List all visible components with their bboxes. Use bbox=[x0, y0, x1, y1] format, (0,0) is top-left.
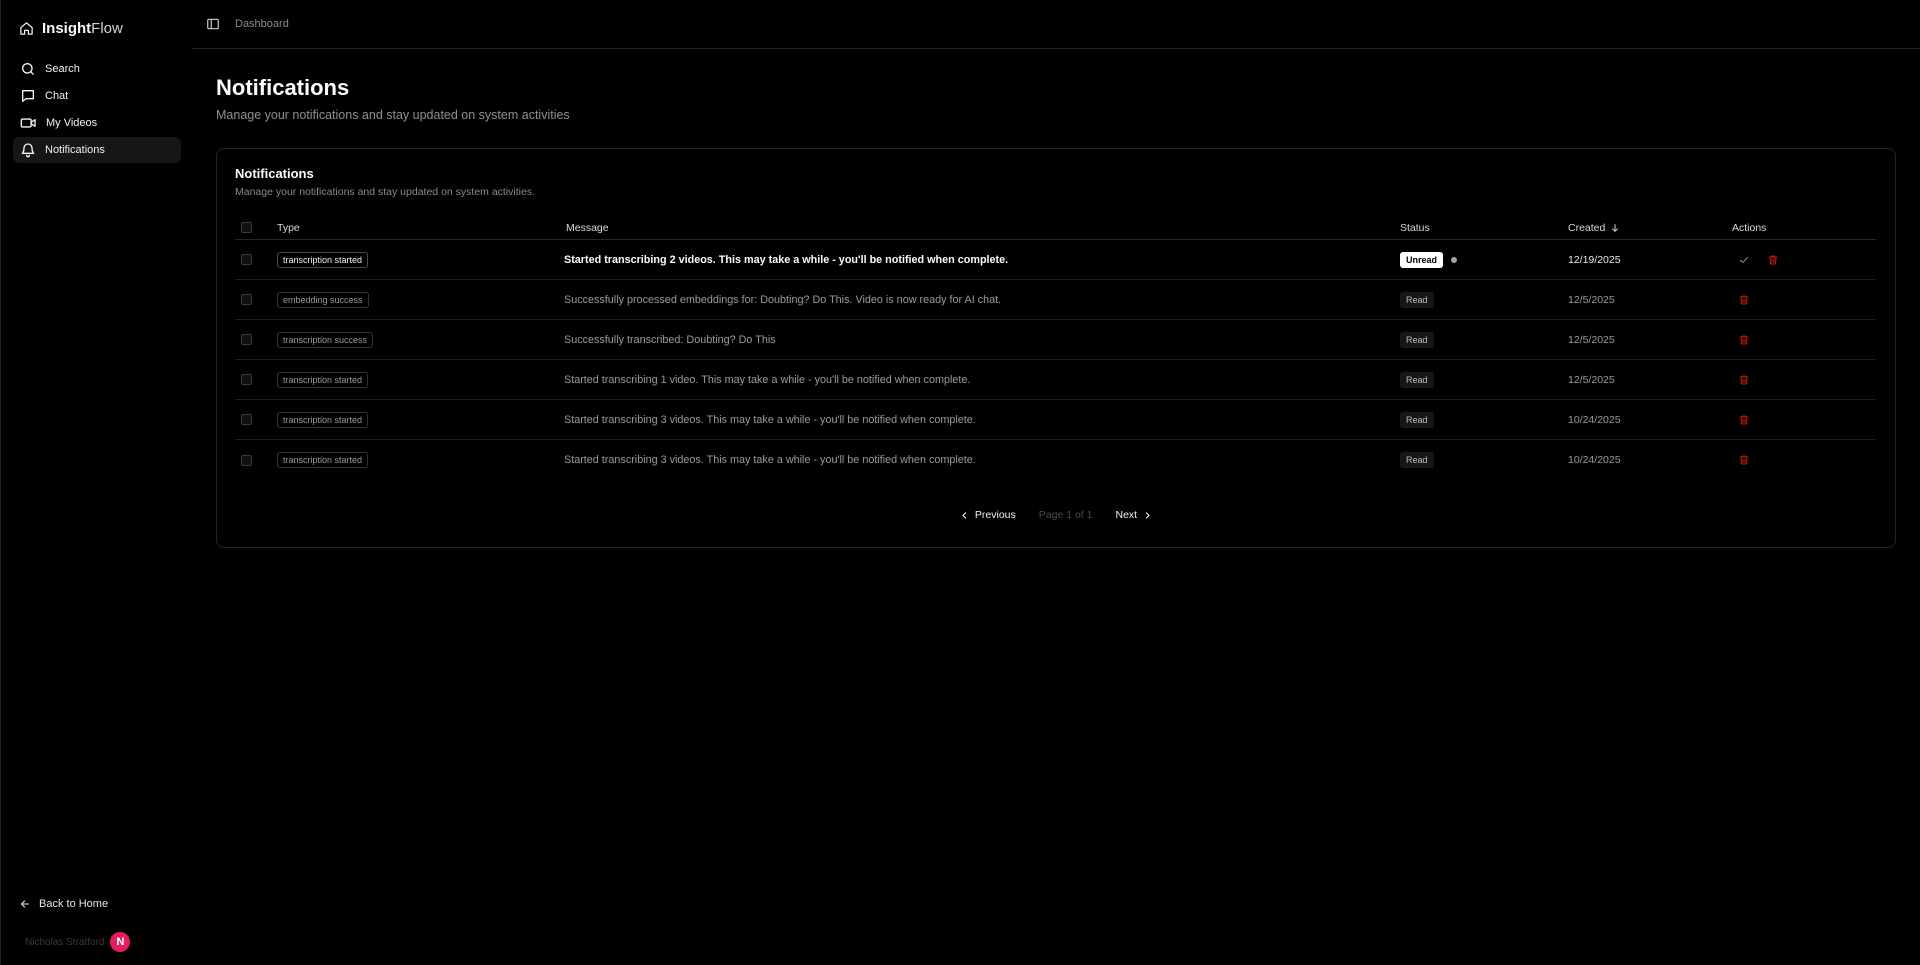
sidebar-toggle-icon[interactable] bbox=[206, 17, 220, 31]
type-badge: transcription started bbox=[277, 371, 369, 388]
type-badge: transcription started bbox=[277, 452, 369, 468]
type-badge: transcription started bbox=[277, 251, 369, 268]
mark-read-icon[interactable] bbox=[1738, 254, 1750, 266]
delete-icon[interactable] bbox=[1738, 374, 1750, 386]
message-text: Started transcribing 3 videos. This may … bbox=[564, 454, 976, 466]
previous-button[interactable]: Previous bbox=[960, 509, 1016, 521]
type-badge: embedding success bbox=[277, 291, 369, 308]
header-message: Message bbox=[566, 221, 609, 234]
page-title: Notifications bbox=[216, 75, 350, 100]
user-name: Nicholas Stratford bbox=[25, 936, 105, 948]
back-to-home-label: Back to Home bbox=[39, 898, 109, 910]
avatar: N bbox=[110, 932, 131, 952]
delete-icon[interactable] bbox=[1738, 454, 1750, 466]
delete-icon[interactable] bbox=[1738, 334, 1750, 346]
row-checkbox[interactable] bbox=[241, 414, 252, 425]
arrow-left-icon bbox=[19, 898, 31, 910]
delete-icon[interactable] bbox=[1738, 294, 1750, 306]
created-date: 10/24/2025 bbox=[1568, 413, 1621, 426]
card-subtitle: Manage your notifications and stay updat… bbox=[235, 186, 535, 198]
message-text: Started transcribing 2 videos. This may … bbox=[564, 253, 1009, 266]
table-row: transcription success Successfully trans… bbox=[235, 320, 1876, 360]
table-row: transcription started Started transcribi… bbox=[235, 400, 1876, 440]
chevron-right-icon bbox=[1143, 511, 1152, 520]
table-header: Type Message Status Created Actions bbox=[235, 216, 1876, 240]
sidebar-item-my-videos[interactable]: My Videos bbox=[13, 110, 181, 136]
search-icon bbox=[20, 61, 36, 77]
row-checkbox[interactable] bbox=[241, 374, 252, 385]
type-badge: transcription success bbox=[277, 331, 374, 348]
page-subtitle: Manage your notifications and stay updat… bbox=[216, 108, 570, 122]
page-info: Page 1 of 1 bbox=[1038, 509, 1093, 521]
sidebar-item-search[interactable]: Search bbox=[13, 56, 181, 82]
previous-label: Previous bbox=[974, 509, 1016, 521]
header-created[interactable]: Created bbox=[1568, 216, 1620, 239]
home-icon bbox=[19, 21, 34, 36]
row-checkbox[interactable] bbox=[241, 294, 252, 305]
row-checkbox[interactable] bbox=[241, 334, 252, 345]
select-all-checkbox[interactable] bbox=[241, 222, 252, 233]
unread-dot-icon bbox=[1451, 256, 1458, 263]
sidebar-item-notifications[interactable]: Notifications bbox=[13, 137, 181, 163]
table-row: transcription started Started transcribi… bbox=[235, 440, 1876, 480]
chevron-left-icon bbox=[960, 511, 969, 520]
header-status: Status bbox=[1400, 221, 1430, 234]
status-badge: Read bbox=[1400, 331, 1434, 348]
sidebar: InsightFlow Search Chat My Videos Notifi… bbox=[0, 0, 190, 965]
created-date: 12/5/2025 bbox=[1568, 293, 1615, 306]
status-badge: Read bbox=[1400, 371, 1434, 388]
type-badge: transcription started bbox=[277, 411, 369, 428]
created-date: 12/5/2025 bbox=[1568, 333, 1615, 346]
back-to-home-link[interactable]: Back to Home bbox=[19, 898, 108, 910]
brand[interactable]: InsightFlow bbox=[19, 20, 123, 37]
delete-icon[interactable] bbox=[1738, 414, 1750, 426]
sidebar-item-label: My Videos bbox=[46, 117, 98, 129]
user-profile[interactable]: Nicholas Stratford N bbox=[25, 932, 131, 952]
chat-icon bbox=[20, 88, 36, 104]
created-date: 10/24/2025 bbox=[1568, 454, 1621, 466]
status-badge: Unread bbox=[1400, 251, 1444, 268]
sidebar-item-chat[interactable]: Chat bbox=[13, 83, 181, 109]
next-button[interactable]: Next bbox=[1115, 509, 1152, 521]
table-row: transcription started Started transcribi… bbox=[235, 360, 1876, 400]
table-row: embedding success Successfully processed… bbox=[235, 280, 1876, 320]
message-text: Started transcribing 3 videos. This may … bbox=[564, 413, 976, 426]
sidebar-item-label: Notifications bbox=[45, 144, 105, 156]
notifications-card: Notifications Manage your notifications … bbox=[216, 148, 1896, 548]
header-created-label: Created bbox=[1568, 221, 1606, 234]
status-badge: Read bbox=[1400, 411, 1434, 428]
message-text: Started transcribing 1 video. This may t… bbox=[564, 373, 971, 386]
pagination: Previous Page 1 of 1 Next bbox=[217, 509, 1895, 521]
row-checkbox[interactable] bbox=[241, 454, 252, 466]
row-checkbox[interactable] bbox=[241, 254, 252, 265]
video-icon bbox=[20, 115, 37, 131]
notifications-table: Type Message Status Created Actions tran… bbox=[235, 216, 1876, 480]
status-badge: Read bbox=[1400, 452, 1434, 468]
next-label: Next bbox=[1115, 509, 1138, 521]
created-date: 12/19/2025 bbox=[1568, 253, 1621, 266]
arrow-down-icon bbox=[1610, 223, 1620, 233]
created-date: 12/5/2025 bbox=[1568, 373, 1615, 386]
status-badge: Read bbox=[1400, 291, 1434, 308]
table-row: transcription started Started transcribi… bbox=[235, 240, 1876, 280]
header-type: Type bbox=[277, 221, 300, 234]
brand-name: InsightFlow bbox=[42, 20, 123, 37]
card-title: Notifications bbox=[235, 166, 314, 181]
sidebar-nav: Search Chat My Videos Notifications bbox=[13, 56, 181, 164]
header-actions: Actions bbox=[1732, 221, 1767, 234]
sidebar-item-label: Search bbox=[45, 63, 80, 75]
message-text: Successfully processed embeddings for: D… bbox=[564, 293, 1002, 306]
delete-icon[interactable] bbox=[1767, 254, 1779, 266]
message-text: Successfully transcribed: Doubting? Do T… bbox=[564, 333, 776, 346]
bell-icon bbox=[20, 142, 36, 158]
topbar: Dashboard bbox=[192, 0, 1920, 49]
breadcrumb[interactable]: Dashboard bbox=[235, 18, 289, 30]
sidebar-item-label: Chat bbox=[45, 90, 69, 102]
